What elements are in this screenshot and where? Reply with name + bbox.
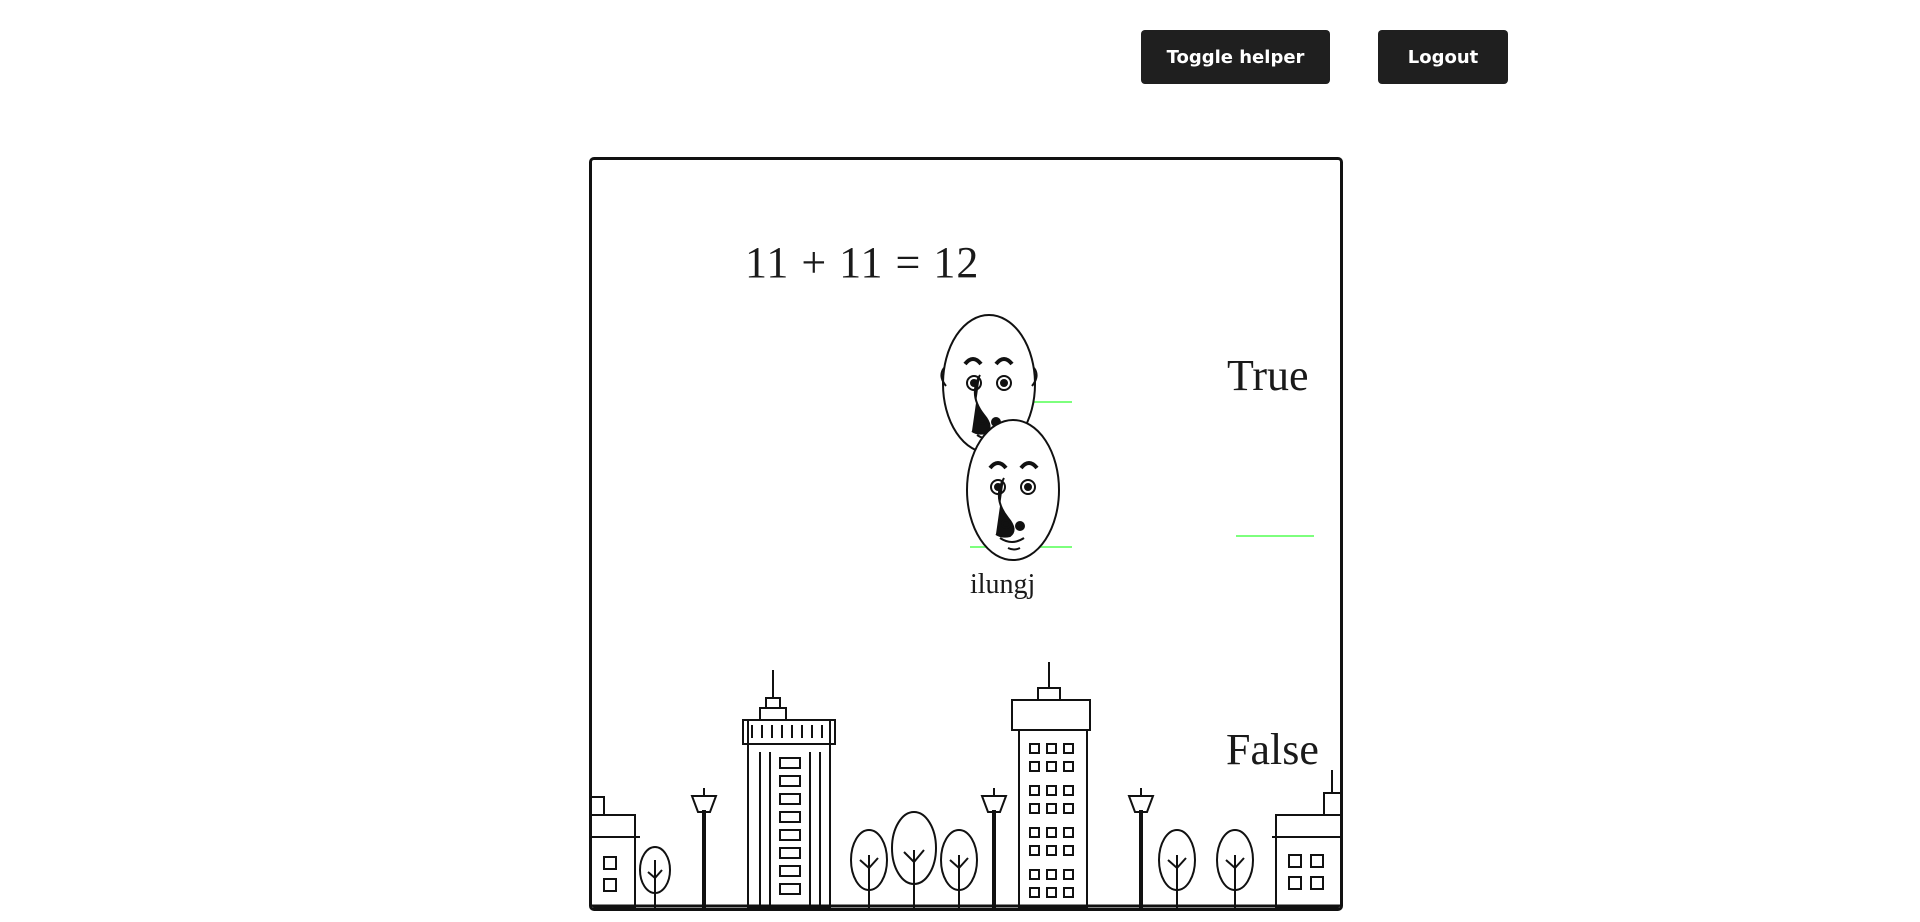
answer-true-zone[interactable]: True <box>1227 354 1309 398</box>
toggle-helper-button[interactable]: Toggle helper <box>1141 30 1330 84</box>
answer-false-zone[interactable]: False <box>1226 728 1319 772</box>
game-canvas[interactable]: 11 + 11 = 12 True False ilungj <box>589 157 1343 911</box>
player-face <box>966 419 1060 561</box>
equation-question: 11 + 11 = 12 <box>745 238 980 287</box>
city-skyline <box>592 662 1340 908</box>
logout-button[interactable]: Logout <box>1378 30 1508 84</box>
player-name-label: ilungj <box>970 569 1036 600</box>
